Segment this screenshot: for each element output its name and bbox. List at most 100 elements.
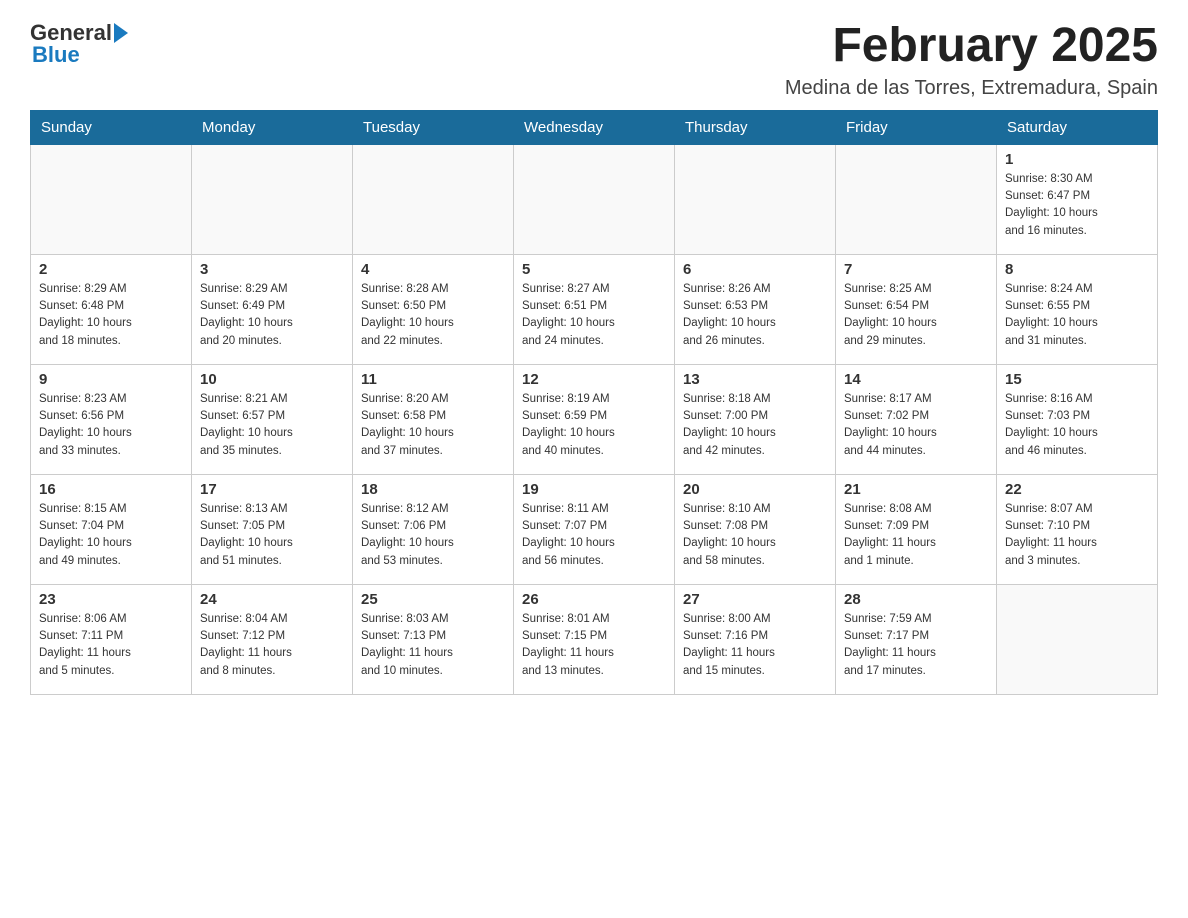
day-info: Sunrise: 8:27 AMSunset: 6:51 PMDaylight:…: [522, 281, 666, 350]
day-number: 14: [844, 371, 988, 388]
day-number: 26: [522, 591, 666, 608]
day-info: Sunrise: 8:07 AMSunset: 7:10 PMDaylight:…: [1005, 501, 1149, 570]
day-number: 17: [200, 481, 344, 498]
day-info: Sunrise: 8:26 AMSunset: 6:53 PMDaylight:…: [683, 281, 827, 350]
day-number: 10: [200, 371, 344, 388]
title-block: February 2025 Medina de las Torres, Extr…: [785, 20, 1158, 100]
calendar-cell: 5 Sunrise: 8:27 AMSunset: 6:51 PMDaylight…: [514, 254, 675, 364]
day-info: Sunrise: 8:25 AMSunset: 6:54 PMDaylight:…: [844, 281, 988, 350]
day-of-week-tuesday: Tuesday: [353, 110, 514, 144]
calendar-cell: 13Sunrise: 8:18 AMSunset: 7:00 PMDayligh…: [675, 364, 836, 474]
calendar-cell: 20 Sunrise: 8:10 AMSunset: 7:08 PMDayligh…: [675, 474, 836, 584]
day-info: Sunrise: 8:06 AMSunset: 7:11 PMDaylight:…: [39, 611, 183, 680]
day-info: Sunrise: 8:19 AMSunset: 6:59 PMDaylight:…: [522, 391, 666, 460]
calendar-cell: 17 Sunrise: 8:13 AMSunset: 7:05 PMDayligh…: [192, 474, 353, 584]
day-number: 25: [361, 591, 505, 608]
calendar-cell: 16 Sunrise: 8:15 AMSunset: 7:04 PMDayligh…: [31, 474, 192, 584]
day-number: 4: [361, 261, 505, 278]
calendar-cell: 24 Sunrise: 8:04 AMSunset: 7:12 PMDayligh…: [192, 584, 353, 694]
day-number: 11: [361, 371, 505, 388]
day-number: 28: [844, 591, 988, 608]
calendar-cell: [192, 144, 353, 254]
day-number: 8: [1005, 261, 1149, 278]
day-info: Sunrise: 8:23 AMSunset: 6:56 PMDaylight:…: [39, 391, 183, 460]
day-info: Sunrise: 8:11 AMSunset: 7:07 PMDaylight:…: [522, 501, 666, 570]
day-info: Sunrise: 7:59 AMSunset: 7:17 PMDaylight:…: [844, 611, 988, 680]
day-info: Sunrise: 8:01 AMSunset: 7:15 PMDaylight:…: [522, 611, 666, 680]
day-number: 24: [200, 591, 344, 608]
calendar-cell: 18Sunrise: 8:12 AMSunset: 7:06 PMDayligh…: [353, 474, 514, 584]
day-number: 27: [683, 591, 827, 608]
day-number: 5: [522, 261, 666, 278]
day-number: 1: [1005, 151, 1149, 168]
day-of-week-wednesday: Wednesday: [514, 110, 675, 144]
day-info: Sunrise: 8:15 AMSunset: 7:04 PMDaylight:…: [39, 501, 183, 570]
day-number: 23: [39, 591, 183, 608]
day-info: Sunrise: 8:10 AMSunset: 7:08 PMDaylight:…: [683, 501, 827, 570]
day-info: Sunrise: 8:29 AMSunset: 6:49 PMDaylight:…: [200, 281, 344, 350]
day-info: Sunrise: 8:28 AMSunset: 6:50 PMDaylight:…: [361, 281, 505, 350]
day-of-week-monday: Monday: [192, 110, 353, 144]
day-number: 20: [683, 481, 827, 498]
days-of-week-row: SundayMondayTuesdayWednesdayThursdayFrid…: [31, 110, 1158, 144]
calendar-cell: 14 Sunrise: 8:17 AMSunset: 7:02 PMDayligh…: [836, 364, 997, 474]
calendar-week-3: 9 Sunrise: 8:23 AMSunset: 6:56 PMDaylight…: [31, 364, 1158, 474]
calendar-week-5: 23 Sunrise: 8:06 AMSunset: 7:11 PMDayligh…: [31, 584, 1158, 694]
calendar-cell: 22 Sunrise: 8:07 AMSunset: 7:10 PMDayligh…: [997, 474, 1158, 584]
calendar-cell: 12 Sunrise: 8:19 AMSunset: 6:59 PMDayligh…: [514, 364, 675, 474]
day-info: Sunrise: 8:20 AMSunset: 6:58 PMDaylight:…: [361, 391, 505, 460]
day-info: Sunrise: 8:12 AMSunset: 7:06 PMDaylight:…: [361, 501, 505, 570]
day-of-week-saturday: Saturday: [997, 110, 1158, 144]
day-number: 15: [1005, 371, 1149, 388]
calendar-cell: 9 Sunrise: 8:23 AMSunset: 6:56 PMDaylight…: [31, 364, 192, 474]
day-number: 2: [39, 261, 183, 278]
calendar-cell: 6 Sunrise: 8:26 AMSunset: 6:53 PMDaylight…: [675, 254, 836, 364]
logo-blue-text: Blue: [30, 42, 80, 68]
calendar-cell: 1Sunrise: 8:30 AMSunset: 6:47 PMDaylight…: [997, 144, 1158, 254]
calendar-cell: [675, 144, 836, 254]
day-of-week-sunday: Sunday: [31, 110, 192, 144]
day-number: 6: [683, 261, 827, 278]
day-info: Sunrise: 8:08 AMSunset: 7:09 PMDaylight:…: [844, 501, 988, 570]
day-number: 7: [844, 261, 988, 278]
calendar-cell: 4 Sunrise: 8:28 AMSunset: 6:50 PMDaylight…: [353, 254, 514, 364]
calendar-cell: 26 Sunrise: 8:01 AMSunset: 7:15 PMDayligh…: [514, 584, 675, 694]
day-info: Sunrise: 8:21 AMSunset: 6:57 PMDaylight:…: [200, 391, 344, 460]
day-info: Sunrise: 8:00 AMSunset: 7:16 PMDaylight:…: [683, 611, 827, 680]
page-title: February 2025: [785, 20, 1158, 73]
calendar-cell: 3Sunrise: 8:29 AMSunset: 6:49 PMDaylight…: [192, 254, 353, 364]
calendar-cell: 11 Sunrise: 8:20 AMSunset: 6:58 PMDayligh…: [353, 364, 514, 474]
page-header: General Blue February 2025 Medina de las…: [30, 20, 1158, 100]
calendar-header: SundayMondayTuesdayWednesdayThursdayFrid…: [31, 110, 1158, 144]
logo-arrow-icon: [114, 23, 128, 43]
calendar-cell: [836, 144, 997, 254]
day-info: Sunrise: 8:04 AMSunset: 7:12 PMDaylight:…: [200, 611, 344, 680]
day-number: 19: [522, 481, 666, 498]
calendar-cell: 19 Sunrise: 8:11 AMSunset: 7:07 PMDayligh…: [514, 474, 675, 584]
calendar-week-2: 2 Sunrise: 8:29 AMSunset: 6:48 PMDaylight…: [31, 254, 1158, 364]
calendar-cell: 21 Sunrise: 8:08 AMSunset: 7:09 PMDayligh…: [836, 474, 997, 584]
calendar-cell: 27 Sunrise: 8:00 AMSunset: 7:16 PMDayligh…: [675, 584, 836, 694]
calendar-cell: [31, 144, 192, 254]
day-info: Sunrise: 8:29 AMSunset: 6:48 PMDaylight:…: [39, 281, 183, 350]
calendar-body: 1Sunrise: 8:30 AMSunset: 6:47 PMDaylight…: [31, 144, 1158, 694]
calendar-cell: 23 Sunrise: 8:06 AMSunset: 7:11 PMDayligh…: [31, 584, 192, 694]
day-number: 13: [683, 371, 827, 388]
calendar-cell: 2 Sunrise: 8:29 AMSunset: 6:48 PMDaylight…: [31, 254, 192, 364]
calendar-cell: 8 Sunrise: 8:24 AMSunset: 6:55 PMDaylight…: [997, 254, 1158, 364]
day-number: 21: [844, 481, 988, 498]
day-number: 16: [39, 481, 183, 498]
day-info: Sunrise: 8:24 AMSunset: 6:55 PMDaylight:…: [1005, 281, 1149, 350]
day-number: 12: [522, 371, 666, 388]
calendar-week-4: 16 Sunrise: 8:15 AMSunset: 7:04 PMDayligh…: [31, 474, 1158, 584]
calendar-cell: [353, 144, 514, 254]
day-of-week-friday: Friday: [836, 110, 997, 144]
day-info: Sunrise: 8:17 AMSunset: 7:02 PMDaylight:…: [844, 391, 988, 460]
day-number: 9: [39, 371, 183, 388]
calendar-cell: 10 Sunrise: 8:21 AMSunset: 6:57 PMDayligh…: [192, 364, 353, 474]
day-number: 22: [1005, 481, 1149, 498]
calendar-cell: [997, 584, 1158, 694]
calendar-cell: 25Sunrise: 8:03 AMSunset: 7:13 PMDayligh…: [353, 584, 514, 694]
day-info: Sunrise: 8:13 AMSunset: 7:05 PMDaylight:…: [200, 501, 344, 570]
day-info: Sunrise: 8:16 AMSunset: 7:03 PMDaylight:…: [1005, 391, 1149, 460]
